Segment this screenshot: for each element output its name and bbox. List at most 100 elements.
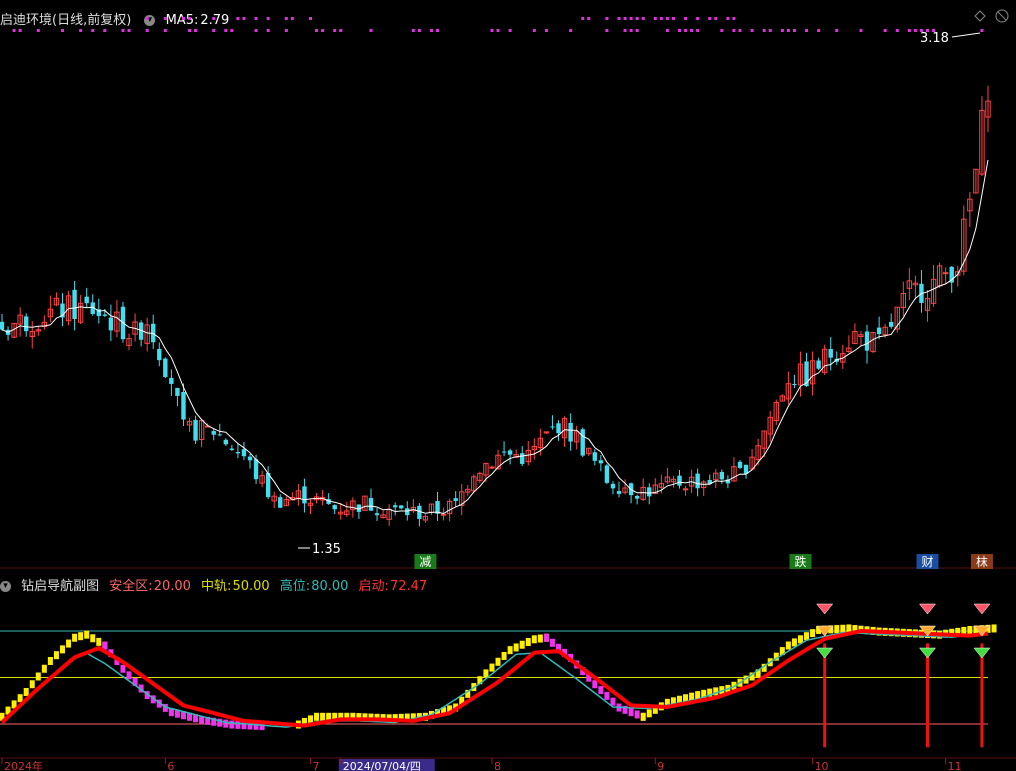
candle-body — [876, 327, 882, 335]
yellow-step — [53, 651, 59, 660]
yellow-step — [96, 637, 102, 646]
yellow-step — [35, 672, 41, 681]
candle-body — [108, 317, 114, 331]
signal-dot — [792, 29, 796, 32]
candle-body — [550, 426, 555, 428]
candle-body — [0, 321, 5, 330]
candle-body — [695, 473, 700, 489]
signal-dot — [684, 29, 688, 32]
candle-body — [816, 360, 821, 369]
candle-body — [604, 465, 610, 483]
candle-body — [580, 429, 585, 456]
yellow-step — [29, 680, 35, 689]
yellow-step — [84, 630, 90, 639]
candle-body — [368, 498, 374, 511]
signal-dot — [859, 29, 863, 32]
candle-body — [72, 289, 77, 319]
signal-dot — [103, 29, 107, 32]
signal-dot — [623, 17, 627, 20]
candle-body — [520, 453, 525, 464]
yellow-step — [495, 657, 501, 666]
candle-body — [453, 498, 458, 501]
signal-dot — [508, 29, 512, 32]
yellow-step — [90, 634, 96, 643]
signal-dot — [817, 29, 821, 32]
signal-dot — [750, 29, 754, 32]
yellow-step — [320, 712, 326, 721]
candle-body — [332, 505, 337, 510]
signal-dot — [720, 29, 724, 32]
yellow-step — [41, 664, 47, 673]
magenta-step — [634, 710, 640, 719]
candle-body — [501, 451, 507, 453]
yellow-step — [531, 635, 537, 644]
signal-dot — [411, 29, 415, 32]
candle-body — [169, 377, 174, 384]
candle-body — [374, 513, 380, 516]
candle-body — [157, 348, 162, 361]
signal-dot — [653, 17, 657, 20]
signal-dot — [315, 29, 319, 32]
yellow-step — [489, 663, 495, 672]
candle-body — [399, 505, 404, 509]
diamond-icon — [973, 603, 991, 615]
candle-body — [392, 505, 398, 508]
magenta-step — [610, 697, 616, 706]
yellow-step — [537, 634, 543, 643]
magenta-step — [120, 664, 126, 673]
signal-dot — [321, 29, 325, 32]
candle-body — [241, 449, 247, 457]
diamond-icon — [816, 603, 834, 615]
candle-body — [84, 296, 89, 304]
candle-body — [889, 321, 894, 327]
yellow-step — [804, 632, 810, 641]
yellow-step — [59, 645, 65, 654]
yellow-step — [78, 632, 84, 641]
signal-dot — [587, 17, 591, 20]
candle-body — [302, 486, 307, 504]
signal-dot — [18, 29, 22, 32]
yellow-step — [810, 629, 816, 638]
signal-dot — [835, 29, 839, 32]
yellow-step — [23, 688, 29, 696]
candle-body — [634, 495, 640, 499]
ma5-line — [1, 159, 989, 515]
candle-body — [229, 448, 235, 450]
signal-dot — [738, 29, 742, 32]
axis-label: 6 — [167, 760, 174, 771]
signal-dot — [145, 17, 149, 20]
signal-dot — [895, 29, 899, 32]
signal-dot — [708, 17, 712, 20]
event-tag-text: 减 — [419, 555, 431, 569]
candle-body — [737, 461, 743, 468]
signal-dot — [677, 29, 681, 32]
signal-dot — [665, 29, 669, 32]
candle-body — [193, 419, 198, 441]
signal-dot — [436, 29, 440, 32]
signal-dot — [236, 17, 240, 20]
candle-body — [942, 272, 949, 275]
signal-dot — [284, 29, 288, 32]
signal-dot — [254, 17, 258, 20]
yellow-step — [785, 641, 791, 650]
signal-dot — [181, 17, 185, 20]
signal-dot — [714, 17, 718, 20]
candle-body — [223, 439, 229, 445]
axis-label: 2024年 — [4, 759, 43, 771]
candle-body — [253, 459, 259, 480]
signal-dot — [121, 29, 125, 32]
magenta-step — [604, 691, 610, 700]
yellow-step — [834, 625, 840, 634]
signal-dot — [732, 17, 736, 20]
candle-body — [568, 422, 573, 442]
candle-body — [647, 487, 652, 497]
stock-chart[interactable]: 3.18 1.35 减 跌 财 枺 2024年 6 7 2024/07/04/四 8 9 10 11 — [0, 0, 1016, 771]
signal-dot — [659, 17, 663, 20]
axis-label: 9 — [657, 760, 664, 771]
yellow-step — [513, 643, 519, 652]
signal-dot — [212, 17, 216, 20]
magenta-step — [628, 708, 634, 717]
max-price-arrow — [951, 32, 981, 38]
close-icon-stroke — [997, 11, 1007, 21]
signal-dot — [732, 29, 736, 32]
